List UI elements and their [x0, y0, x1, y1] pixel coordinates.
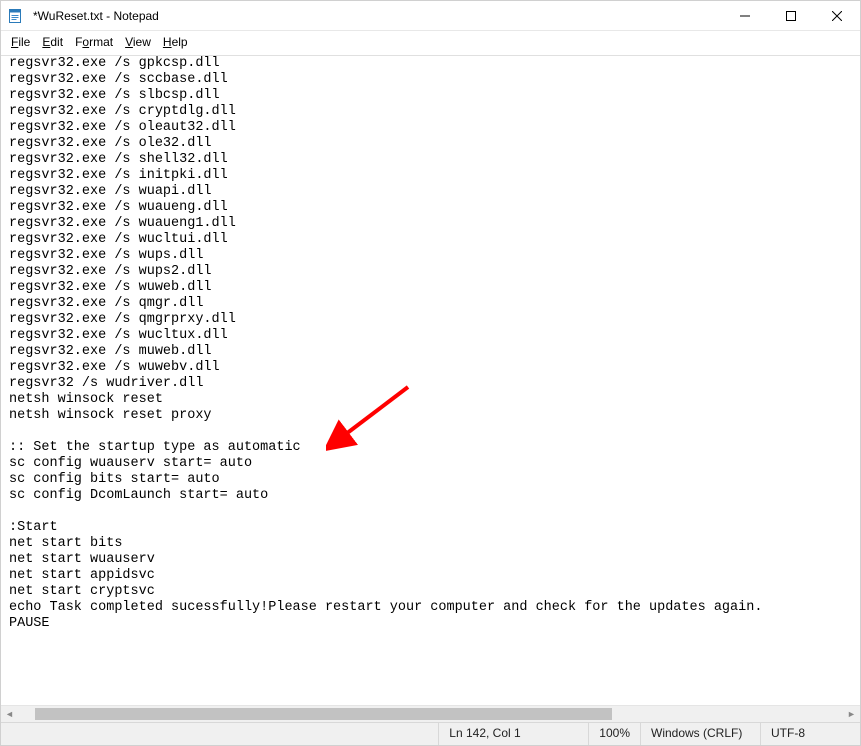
scrollbar-thumb[interactable] — [35, 708, 612, 720]
notepad-icon — [1, 8, 29, 24]
titlebar: *WuReset.txt - Notepad — [1, 1, 860, 31]
menubar: File Edit Format View Help — [1, 31, 860, 55]
status-zoom: 100% — [588, 723, 640, 745]
window-title: *WuReset.txt - Notepad — [29, 9, 159, 23]
horizontal-scrollbar[interactable]: ◄ ► — [1, 705, 860, 722]
menu-edit[interactable]: Edit — [38, 33, 67, 51]
menu-view[interactable]: View — [121, 33, 155, 51]
status-line-ending: Windows (CRLF) — [640, 723, 760, 745]
scroll-left-icon[interactable]: ◄ — [1, 706, 18, 723]
statusbar: Ln 142, Col 1 100% Windows (CRLF) UTF-8 — [1, 722, 860, 745]
editor-area: regsvr32.exe /s gpkcsp.dll regsvr32.exe … — [1, 55, 860, 705]
status-encoding: UTF-8 — [760, 723, 860, 745]
scrollbar-track[interactable] — [35, 706, 826, 722]
status-position: Ln 142, Col 1 — [438, 723, 588, 745]
menu-help[interactable]: Help — [159, 33, 192, 51]
minimize-button[interactable] — [722, 1, 768, 31]
maximize-button[interactable] — [768, 1, 814, 31]
close-button[interactable] — [814, 1, 860, 31]
scroll-right-icon[interactable]: ► — [843, 706, 860, 723]
menu-format[interactable]: Format — [71, 33, 117, 51]
text-content[interactable]: regsvr32.exe /s gpkcsp.dll regsvr32.exe … — [1, 56, 860, 705]
menu-file[interactable]: File — [7, 33, 34, 51]
